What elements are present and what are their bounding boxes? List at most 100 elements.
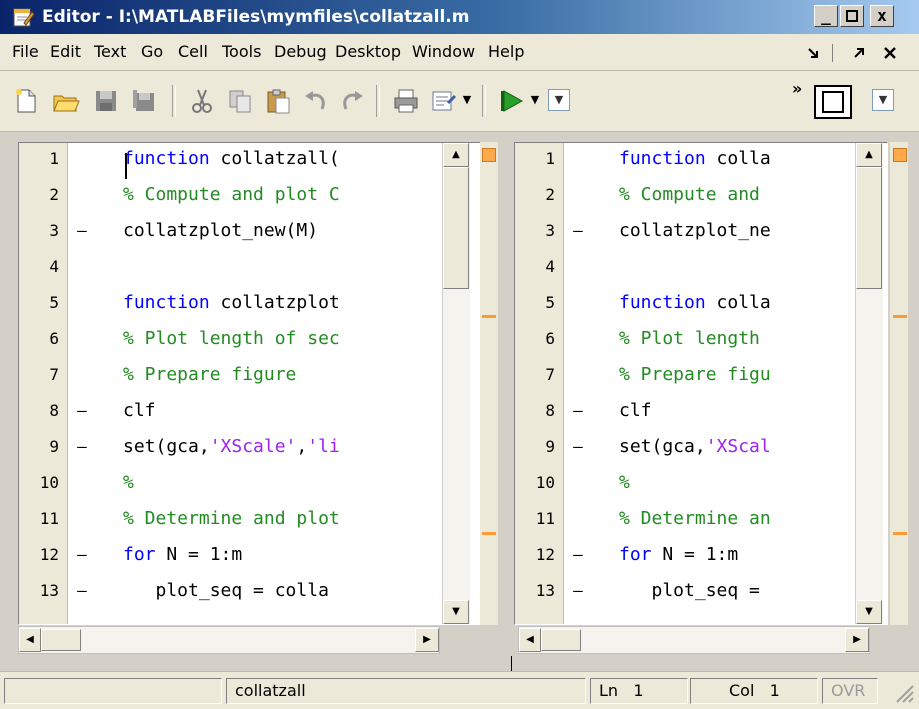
warning-marker[interactable] bbox=[482, 532, 496, 535]
code-line[interactable]: % Compute and bbox=[619, 177, 855, 213]
scroll-up-button[interactable]: ▲ bbox=[443, 143, 469, 167]
vertical-scrollbar[interactable]: ▲ ▼ bbox=[442, 143, 470, 624]
save-all-icon[interactable] bbox=[130, 87, 158, 115]
code-line[interactable]: clf bbox=[619, 393, 855, 429]
breakpoint-marker[interactable]: – bbox=[569, 393, 587, 429]
editor-pane-left[interactable]: 1 function collatzall(2 % Compute and plot… bbox=[18, 142, 498, 625]
copy-icon[interactable] bbox=[226, 87, 254, 115]
warning-marker[interactable] bbox=[893, 532, 907, 535]
code-line[interactable]: % Plot length bbox=[619, 321, 855, 357]
code-line[interactable]: function collatzall( bbox=[123, 143, 442, 177]
code-line[interactable]: % Plot length of sec bbox=[123, 321, 442, 357]
code-line[interactable]: for N = 1:m bbox=[123, 537, 442, 573]
paste-icon[interactable] bbox=[264, 87, 292, 115]
code-line[interactable] bbox=[619, 249, 855, 285]
toolbar-separator bbox=[376, 85, 380, 117]
horizontal-scrollbar-right[interactable]: ◀ ▶ bbox=[518, 626, 870, 654]
hscroll-thumb[interactable] bbox=[541, 629, 581, 651]
breakpoint-marker[interactable]: – bbox=[73, 213, 91, 249]
undo-icon[interactable] bbox=[302, 87, 330, 115]
breakpoint-marker[interactable]: – bbox=[569, 213, 587, 249]
menu-edit[interactable]: Edit bbox=[50, 34, 81, 70]
code-line[interactable]: % Prepare figu bbox=[619, 357, 855, 393]
code-line[interactable]: % Determine an bbox=[619, 501, 855, 537]
scroll-down-button[interactable]: ▼ bbox=[443, 600, 469, 624]
title-bar[interactable]: Editor - I:\MATLABFiles\mymfiles\collatz… bbox=[0, 0, 919, 34]
redo-icon[interactable] bbox=[338, 87, 366, 115]
layout-button[interactable] bbox=[814, 85, 852, 119]
close-window-button[interactable]: x bbox=[870, 5, 894, 27]
open-folder-icon[interactable] bbox=[52, 87, 80, 115]
code-line[interactable]: for N = 1:m bbox=[619, 537, 855, 573]
maximize-button[interactable] bbox=[840, 5, 864, 27]
code-token: collatzplot_ne bbox=[619, 220, 771, 241]
menu-window[interactable]: Window bbox=[412, 34, 475, 70]
layout-dropdown[interactable]: ▼ bbox=[872, 89, 894, 111]
breakpoint-marker[interactable]: – bbox=[73, 573, 91, 609]
print-icon[interactable] bbox=[392, 87, 420, 115]
code-line[interactable]: % bbox=[619, 465, 855, 501]
menu-cell[interactable]: Cell bbox=[178, 34, 208, 70]
scroll-thumb[interactable] bbox=[856, 167, 882, 289]
close-doc-icon[interactable] bbox=[883, 46, 897, 60]
resize-grip-icon[interactable] bbox=[893, 682, 915, 704]
code-line[interactable]: function collatzplot bbox=[123, 285, 442, 321]
warning-indicator[interactable] bbox=[482, 148, 496, 162]
save-icon[interactable] bbox=[92, 87, 120, 115]
warning-indicator[interactable] bbox=[893, 148, 907, 162]
code-line[interactable]: % bbox=[123, 465, 442, 501]
warning-marker[interactable] bbox=[893, 315, 907, 318]
find-icon[interactable] bbox=[430, 87, 458, 115]
code-line[interactable]: collatzplot_new(M) bbox=[123, 213, 442, 249]
scroll-left-button[interactable]: ◀ bbox=[19, 628, 41, 652]
menu-tools[interactable]: Tools bbox=[222, 34, 261, 70]
stack-dropdown[interactable]: ▼ bbox=[548, 89, 570, 111]
run-dropdown-arrow[interactable]: ▼ bbox=[528, 93, 542, 107]
breakpoint-marker[interactable]: – bbox=[569, 429, 587, 465]
code-token: % bbox=[619, 472, 630, 493]
code-line[interactable]: plot_seq = colla bbox=[123, 573, 442, 609]
run-icon[interactable] bbox=[498, 87, 526, 115]
code-line[interactable]: plot_seq = bbox=[619, 573, 855, 609]
pane-splitter[interactable] bbox=[499, 142, 511, 654]
menu-help[interactable]: Help bbox=[488, 34, 524, 70]
breakpoint-marker[interactable]: – bbox=[73, 429, 91, 465]
code-line[interactable] bbox=[123, 249, 442, 285]
code-line[interactable]: % Prepare figure bbox=[123, 357, 442, 393]
code-line[interactable]: set(gca,'XScal bbox=[619, 429, 855, 465]
code-line[interactable]: collatzplot_ne bbox=[619, 213, 855, 249]
horizontal-scrollbar-left[interactable]: ◀ ▶ bbox=[18, 626, 440, 654]
code-line[interactable]: % Determine and plot bbox=[123, 501, 442, 537]
undock-icon[interactable] bbox=[852, 46, 866, 60]
scroll-right-button[interactable]: ▶ bbox=[845, 628, 869, 652]
menu-go[interactable]: Go bbox=[141, 34, 163, 70]
scroll-thumb[interactable] bbox=[443, 167, 469, 289]
menu-debug[interactable]: Debug bbox=[274, 34, 327, 70]
hscroll-thumb[interactable] bbox=[41, 629, 81, 651]
code-line[interactable]: clf bbox=[123, 393, 442, 429]
code-line[interactable]: set(gca,'XScale','li bbox=[123, 429, 442, 465]
find-dropdown-arrow[interactable]: ▼ bbox=[460, 93, 474, 107]
breakpoint-marker[interactable]: – bbox=[73, 537, 91, 573]
new-file-icon[interactable] bbox=[12, 87, 40, 115]
code-line[interactable]: function colla bbox=[619, 143, 855, 177]
vertical-scrollbar[interactable]: ▲ ▼ bbox=[855, 143, 883, 624]
cut-icon[interactable] bbox=[188, 87, 216, 115]
code-line[interactable]: function colla bbox=[619, 285, 855, 321]
menu-file[interactable]: File bbox=[12, 34, 39, 70]
menu-desktop[interactable]: Desktop bbox=[335, 34, 401, 70]
toolbar-overflow[interactable]: » bbox=[792, 79, 802, 98]
scroll-right-button[interactable]: ▶ bbox=[415, 628, 439, 652]
editor-pane-right[interactable]: 1 function colla 2% Compute and 3– collatzpl… bbox=[514, 142, 888, 625]
warning-marker[interactable] bbox=[482, 315, 496, 318]
dock-icon[interactable] bbox=[806, 46, 820, 60]
code-line[interactable]: % Compute and plot C bbox=[123, 177, 442, 213]
scroll-down-button[interactable]: ▼ bbox=[856, 600, 882, 624]
breakpoint-marker[interactable]: – bbox=[569, 537, 587, 573]
scroll-up-button[interactable]: ▲ bbox=[856, 143, 882, 167]
minimize-button[interactable]: _ bbox=[814, 5, 838, 27]
breakpoint-marker[interactable]: – bbox=[73, 393, 91, 429]
scroll-left-button[interactable]: ◀ bbox=[519, 628, 541, 652]
menu-text[interactable]: Text bbox=[94, 34, 126, 70]
breakpoint-marker[interactable]: – bbox=[569, 573, 587, 609]
